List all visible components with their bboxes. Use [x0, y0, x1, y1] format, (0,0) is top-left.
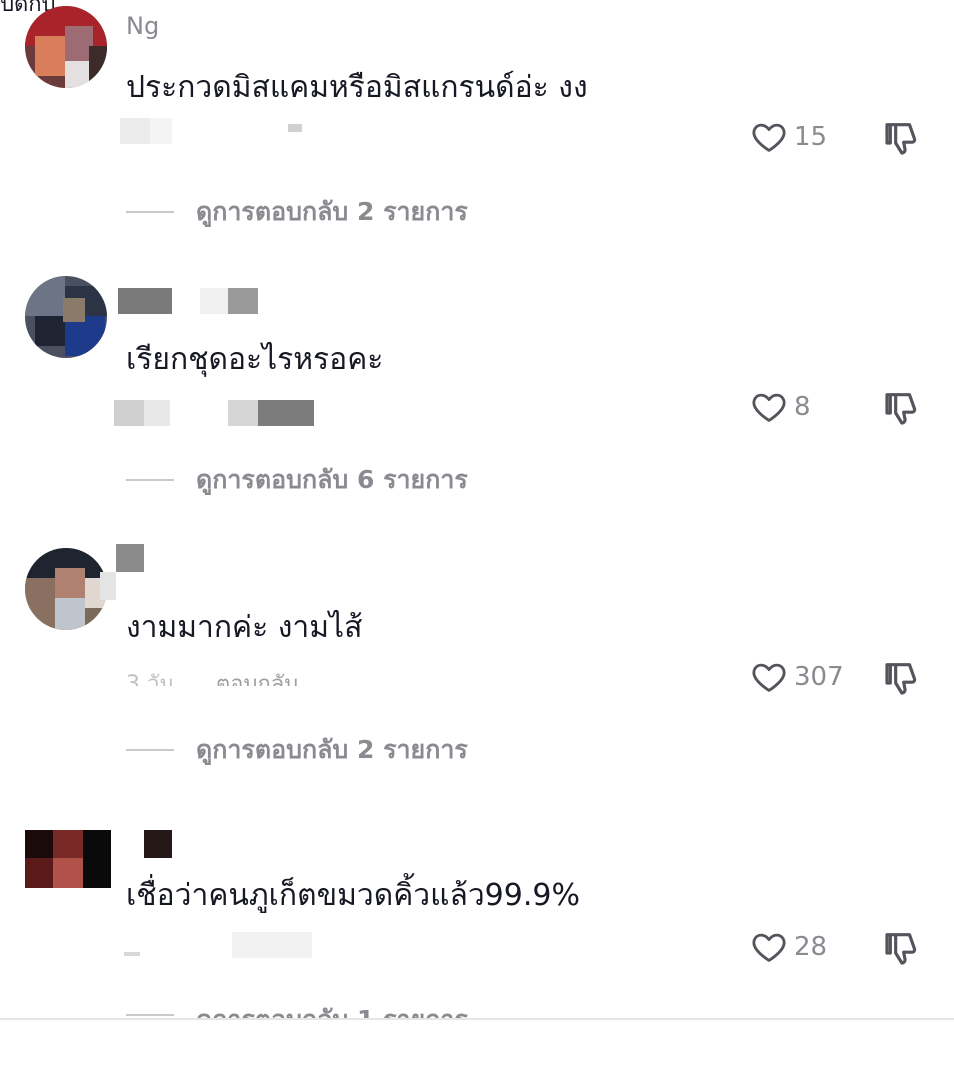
view-replies-label: ดูการตอบกลับ 2 รายการ — [196, 197, 468, 226]
like-count: 28 — [794, 932, 828, 962]
view-replies-link[interactable]: ดูการตอบกลับ 6 รายการ — [126, 460, 468, 500]
replies-divider — [126, 749, 174, 751]
comment-meta-time: 3 วัน — [126, 672, 175, 686]
username-blurred — [118, 288, 172, 314]
heart-outline-icon — [752, 393, 786, 422]
comment-item: Ng ประกวดมิสแคมหรือมิสแกรนด์อ่ะ งง 15 ดู… — [0, 0, 954, 270]
thumbs-down-icon[interactable] — [882, 928, 922, 968]
username-blurred — [100, 572, 116, 600]
heart-outline-icon — [752, 933, 786, 962]
username-blurred — [116, 544, 144, 572]
avatar[interactable] — [25, 6, 107, 88]
comment-item: งามมากค่ะ งามไส้ 3 วัน ตอบกลับ 307 ดูการ… — [0, 540, 954, 810]
view-replies-link[interactable]: ดูการตอบกลับ 1 รายการ — [126, 1000, 468, 1020]
bottom-divider — [0, 1018, 954, 1020]
view-replies-label: ดูการตอบกลับ 1 รายการ — [196, 1005, 468, 1020]
thumbs-down-icon[interactable] — [882, 658, 922, 698]
heart-outline-icon — [752, 123, 786, 152]
like-count: 15 — [794, 122, 828, 152]
view-replies-label: ดูการตอบกลับ 6 รายการ — [196, 465, 468, 494]
comment-username[interactable]: Ng — [126, 12, 159, 40]
comment-item: เชื่อว่าคนภูเก็ตขมวดคิ้วแล้ว99.9% 28 ดูก… — [0, 810, 954, 1080]
comment-item: เรียกชุดอะไรหรอคะ 8 ดูการตอบกลับ 6 รายกา… — [0, 270, 954, 540]
username-blurred — [200, 288, 228, 314]
like-count: 307 — [794, 662, 844, 692]
like-button[interactable]: 307 — [750, 658, 844, 696]
like-button[interactable]: 8 — [750, 388, 811, 426]
username-blurred — [228, 288, 258, 314]
comment-text: เชื่อว่าคนภูเก็ตขมวดคิ้วแล้ว99.9% — [126, 878, 580, 913]
comment-text: งามมากค่ะ งามไส้ — [126, 610, 363, 645]
avatar[interactable] — [25, 276, 107, 358]
thumbs-down-icon[interactable] — [882, 388, 922, 428]
username-blurred — [144, 830, 172, 858]
like-button[interactable]: 28 — [750, 928, 827, 966]
heart-outline-icon — [752, 663, 786, 692]
view-replies-link[interactable]: ดูการตอบกลับ 2 รายการ — [126, 730, 468, 770]
replies-divider — [126, 479, 174, 481]
like-count: 8 — [794, 392, 811, 422]
comment-text: เรียกชุดอะไรหรอคะ — [126, 342, 384, 377]
like-button[interactable]: 15 — [750, 118, 827, 156]
avatar[interactable] — [25, 548, 107, 630]
replies-divider — [126, 1014, 174, 1016]
avatar[interactable] — [25, 830, 111, 888]
reply-button[interactable]: ตอบกลับ — [216, 666, 298, 686]
view-replies-link[interactable]: ดูการตอบกลับ 2 รายการ — [126, 192, 468, 232]
replies-divider — [126, 211, 174, 213]
comment-text: ประกวดมิสแคมหรือมิสแกรนด์อ่ะ งง — [126, 70, 588, 105]
thumbs-down-icon[interactable] — [882, 118, 922, 158]
view-replies-label: ดูการตอบกลับ 2 รายการ — [196, 735, 468, 764]
